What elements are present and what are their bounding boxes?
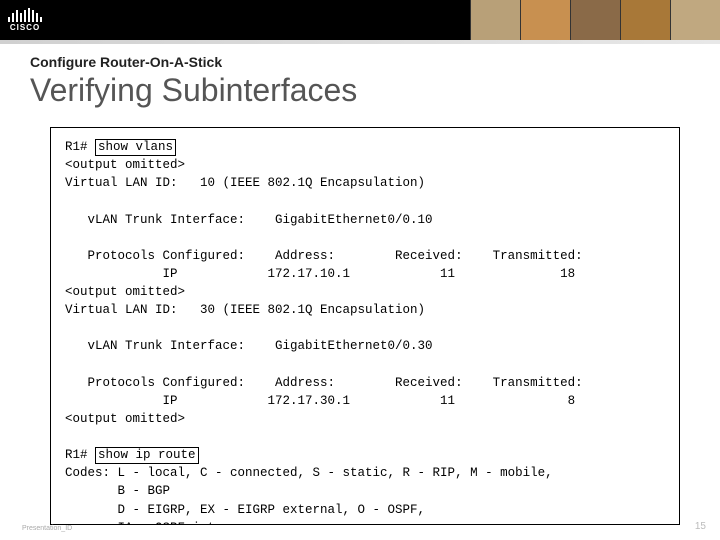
cli-command-highlight: show ip route bbox=[95, 447, 199, 464]
cli-prompt: R1# bbox=[65, 140, 95, 154]
cli-line: B - BGP bbox=[65, 482, 665, 500]
cli-line: Protocols Configured: Address: Received:… bbox=[65, 374, 665, 392]
cli-line: Virtual LAN ID: 30 (IEEE 802.1Q Encapsul… bbox=[65, 301, 665, 319]
header-band: CISCO bbox=[0, 0, 720, 40]
cisco-logo-icon bbox=[8, 8, 42, 22]
cli-line: vLAN Trunk Interface: GigabitEthernet0/0… bbox=[65, 337, 665, 355]
cli-line: IP 172.17.30.1 11 8 bbox=[65, 392, 665, 410]
presentation-id: Presentation_ID bbox=[22, 525, 72, 532]
cli-line: <output omitted> bbox=[65, 283, 665, 301]
cli-line bbox=[65, 356, 665, 374]
cli-line: D - EIGRP, EX - EIGRP external, O - OSPF… bbox=[65, 501, 665, 519]
cli-line: <output omitted> bbox=[65, 156, 665, 174]
page-number: 15 bbox=[695, 521, 706, 532]
cli-line bbox=[65, 229, 665, 247]
slide-content: Configure Router-On-A-Stick Verifying Su… bbox=[0, 44, 720, 525]
cli-output-box: R1# show vlans <output omitted> Virtual … bbox=[50, 127, 680, 525]
cli-line: R1# show ip route bbox=[65, 446, 665, 464]
cli-line: <output omitted> bbox=[65, 410, 665, 428]
cli-line: IP 172.17.10.1 11 18 bbox=[65, 265, 665, 283]
cli-command-highlight: show vlans bbox=[95, 139, 176, 156]
slide-title: Verifying Subinterfaces bbox=[30, 72, 690, 109]
slide-eyebrow: Configure Router-On-A-Stick bbox=[30, 54, 690, 70]
cli-line: R1# show vlans bbox=[65, 138, 665, 156]
cli-line bbox=[65, 192, 665, 210]
cli-line: Protocols Configured: Address: Received:… bbox=[65, 247, 665, 265]
header-photo-strip bbox=[470, 0, 720, 40]
cisco-logo-text: CISCO bbox=[10, 23, 40, 32]
cli-line bbox=[65, 319, 665, 337]
cli-prompt: R1# bbox=[65, 448, 95, 462]
cli-line: Codes: L - local, C - connected, S - sta… bbox=[65, 464, 665, 482]
cisco-logo: CISCO bbox=[8, 8, 42, 32]
cli-line: IA - OSPF inter area bbox=[65, 519, 665, 525]
cli-line: Virtual LAN ID: 10 (IEEE 802.1Q Encapsul… bbox=[65, 174, 665, 192]
cli-line bbox=[65, 428, 665, 446]
cli-line: vLAN Trunk Interface: GigabitEthernet0/0… bbox=[65, 211, 665, 229]
